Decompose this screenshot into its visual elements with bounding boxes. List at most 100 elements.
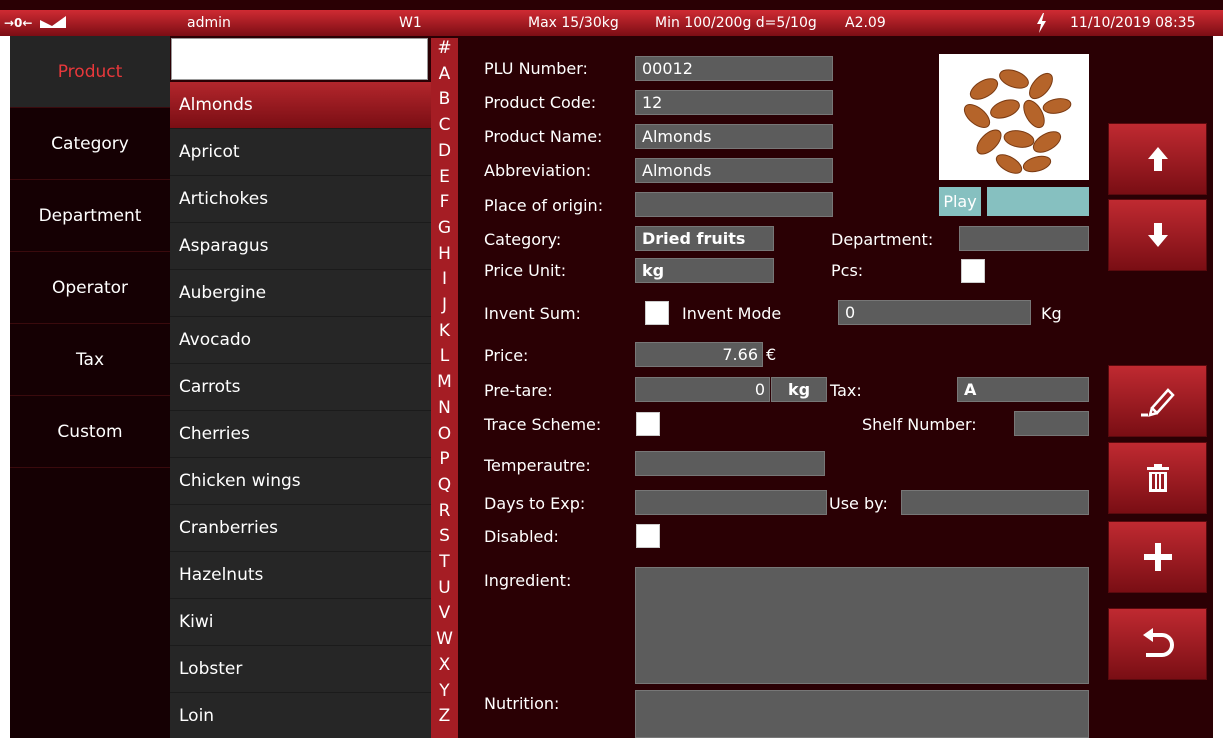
product-search-input[interactable] — [171, 38, 428, 80]
use-by-field[interactable] — [901, 490, 1089, 515]
right-frame — [1213, 36, 1223, 738]
nutrition-label: Nutrition: — [484, 694, 560, 713]
alphabet-letter[interactable]: W — [431, 629, 458, 649]
days-to-exp-field[interactable] — [635, 490, 827, 515]
list-item[interactable]: Cherries — [170, 411, 431, 458]
origin-field[interactable] — [635, 192, 833, 217]
alphabet-letter[interactable]: Z — [431, 706, 458, 726]
delete-button[interactable] — [1108, 442, 1207, 514]
play-button[interactable]: Play — [939, 187, 981, 216]
zero-indicator: →0← — [4, 16, 33, 30]
alphabet-letter[interactable]: V — [431, 603, 458, 623]
alphabet-letter[interactable]: Y — [431, 681, 458, 701]
pcs-checkbox[interactable] — [961, 259, 985, 283]
menu-item-operator[interactable]: Operator — [10, 252, 170, 324]
alphabet-index: # A B C D E F G H I J K L M N O P Q R S T U V W X Y Z — [431, 38, 458, 738]
temperature-label: Temperautre: — [484, 456, 591, 475]
list-item[interactable]: Chicken wings — [170, 458, 431, 505]
invent-mode-field[interactable]: 0 — [838, 300, 1031, 325]
trash-icon — [1146, 464, 1169, 492]
price-unit-label: Price Unit: — [484, 261, 567, 280]
play-field[interactable] — [987, 187, 1089, 216]
tax-field[interactable]: A — [957, 377, 1089, 402]
alphabet-letter[interactable]: K — [431, 321, 458, 341]
move-up-button[interactable] — [1108, 123, 1207, 195]
alphabet-letter[interactable]: X — [431, 655, 458, 675]
list-item[interactable]: Kiwi — [170, 599, 431, 646]
alphabet-letter[interactable]: C — [431, 115, 458, 135]
arrow-down-icon — [1147, 223, 1168, 247]
list-item[interactable]: Asparagus — [170, 223, 431, 270]
abbreviation-field[interactable]: Almonds — [635, 158, 833, 183]
list-item[interactable]: Aubergine — [170, 270, 431, 317]
product-image[interactable] — [939, 54, 1089, 180]
use-by-label: Use by: — [829, 494, 888, 513]
app-window: →0← admin W1 Max 15/30kg Min 100/200g d=… — [0, 0, 1223, 738]
disabled-checkbox[interactable] — [636, 524, 660, 548]
price-unit-field[interactable]: kg — [635, 258, 774, 283]
invent-sum-checkbox[interactable] — [645, 301, 669, 325]
alphabet-letter[interactable]: H — [431, 244, 458, 264]
list-item[interactable]: Apricot — [170, 129, 431, 176]
alphabet-letter[interactable]: E — [431, 167, 458, 187]
menu-item-tax[interactable]: Tax — [10, 324, 170, 396]
list-item[interactable]: Hazelnuts — [170, 552, 431, 599]
list-item[interactable]: Almonds — [170, 82, 431, 129]
alphabet-letter[interactable]: N — [431, 398, 458, 418]
back-button[interactable] — [1108, 608, 1207, 680]
department-field[interactable] — [959, 226, 1089, 251]
alphabet-letter[interactable]: Q — [431, 475, 458, 495]
edit-button[interactable] — [1108, 365, 1207, 437]
alphabet-letter[interactable]: G — [431, 218, 458, 238]
invent-mode-label: Invent Mode — [682, 304, 782, 323]
menu-item-category[interactable]: Category — [10, 108, 170, 180]
alphabet-letter[interactable]: L — [431, 346, 458, 366]
alphabet-letter[interactable]: S — [431, 526, 458, 546]
list-item[interactable]: Avocado — [170, 317, 431, 364]
plus-icon — [1143, 543, 1172, 571]
alphabet-letter[interactable]: F — [431, 192, 458, 212]
abbreviation-label: Abbreviation: — [484, 161, 592, 180]
alphabet-letter[interactable]: # — [431, 38, 458, 58]
list-item[interactable]: Artichokes — [170, 176, 431, 223]
shelf-number-field[interactable] — [1014, 411, 1089, 436]
list-item[interactable]: Cranberries — [170, 505, 431, 552]
trace-scheme-checkbox[interactable] — [636, 412, 660, 436]
currency-label: € — [766, 345, 777, 364]
alphabet-letter[interactable]: I — [431, 269, 458, 289]
price-field[interactable]: 7.66 — [635, 342, 763, 367]
move-down-button[interactable] — [1108, 199, 1207, 271]
menu-item-product[interactable]: Product — [10, 36, 170, 108]
alphabet-letter[interactable]: P — [431, 449, 458, 469]
alphabet-letter[interactable]: M — [431, 372, 458, 392]
ingredient-field[interactable] — [635, 567, 1089, 684]
menu-item-custom[interactable]: Custom — [10, 396, 170, 468]
section-menu: Product Category Department Operator Tax… — [10, 36, 170, 738]
edit-pencil-icon — [1140, 388, 1175, 417]
product-name-field[interactable]: Almonds — [635, 124, 833, 149]
product-list: Almonds Apricot Artichokes Asparagus Aub… — [170, 82, 431, 738]
origin-label: Place of origin: — [484, 196, 604, 215]
nutrition-field[interactable] — [635, 690, 1089, 738]
pretare-field[interactable]: 0 — [635, 377, 770, 402]
list-item[interactable]: Carrots — [170, 364, 431, 411]
alphabet-letter[interactable]: B — [431, 89, 458, 109]
days-to-exp-label: Days to Exp: — [484, 494, 586, 513]
alphabet-letter[interactable]: U — [431, 578, 458, 598]
alphabet-letter[interactable]: J — [431, 295, 458, 315]
category-field[interactable]: Dried fruits — [635, 226, 774, 251]
alphabet-letter[interactable]: R — [431, 501, 458, 521]
menu-item-department[interactable]: Department — [10, 180, 170, 252]
alphabet-letter[interactable]: D — [431, 141, 458, 161]
add-button[interactable] — [1108, 521, 1207, 593]
list-item[interactable]: Lobster — [170, 646, 431, 693]
alphabet-letter[interactable]: T — [431, 552, 458, 572]
alphabet-letter[interactable]: A — [431, 64, 458, 84]
list-item[interactable]: Loin — [170, 693, 431, 738]
plu-number-field[interactable]: 00012 — [635, 56, 833, 81]
alphabet-letter[interactable]: O — [431, 424, 458, 444]
disabled-label: Disabled: — [484, 527, 559, 546]
temperature-field[interactable] — [635, 451, 825, 476]
product-code-field[interactable]: 12 — [635, 90, 833, 115]
product-code-label: Product Code: — [484, 93, 597, 112]
